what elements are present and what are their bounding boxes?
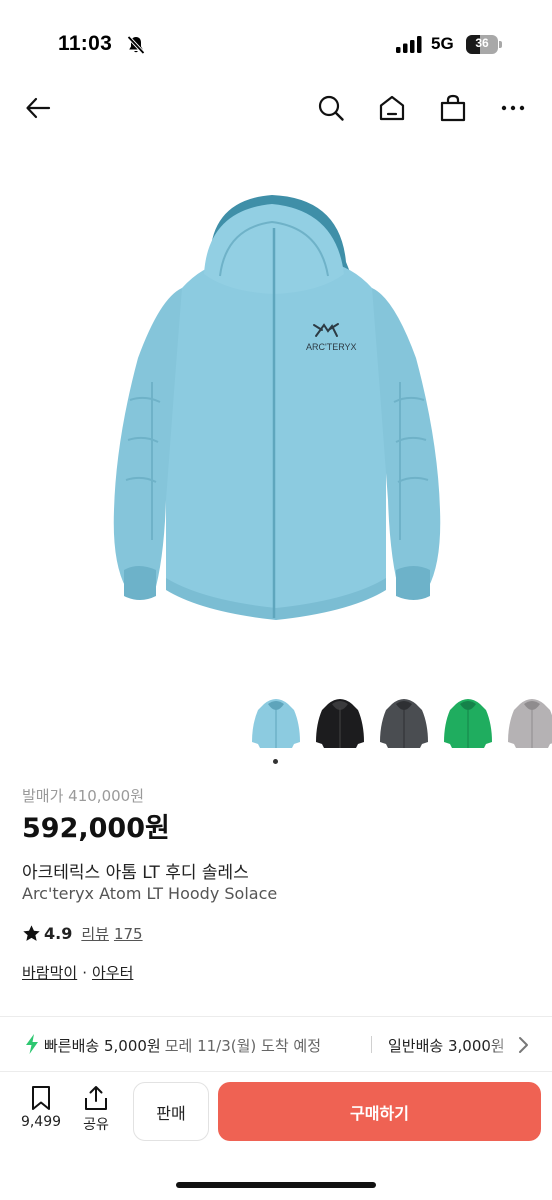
- category-row: 바람막이 · 아우터: [22, 962, 133, 983]
- thumbnail-indicator-dot: [273, 759, 278, 764]
- product-image[interactable]: ARC'TERYX: [100, 170, 452, 660]
- back-button[interactable]: [20, 90, 56, 126]
- product-name-ko: 아크테릭스 아톰 LT 후디 솔레스: [22, 863, 249, 883]
- rating-value: 4.9: [44, 923, 73, 943]
- category-separator: ·: [82, 963, 87, 982]
- status-bar: 11:03 5G 36: [0, 0, 552, 90]
- battery-level: 36: [475, 36, 489, 50]
- home-indicator: [176, 1182, 376, 1188]
- buy-button[interactable]: 구매하기: [218, 1082, 541, 1141]
- category-link-windbreaker[interactable]: 바람막이: [22, 962, 77, 983]
- more-button[interactable]: [495, 90, 531, 126]
- signal-icon: [396, 36, 422, 53]
- thumbnail-green[interactable]: [440, 694, 496, 754]
- share-icon: [85, 1086, 107, 1110]
- thumbnail-graphite[interactable]: [376, 694, 432, 754]
- thumbnail-black[interactable]: [312, 694, 368, 754]
- star-icon: [23, 924, 40, 941]
- shopping-bag-icon: [440, 94, 466, 122]
- thumbnail-grey[interactable]: [504, 694, 552, 754]
- review-link[interactable]: 리뷰 175: [81, 923, 142, 944]
- chevron-right-icon[interactable]: [516, 1036, 530, 1054]
- fast-shipping-label: 빠른배송 5,000원: [44, 1037, 161, 1055]
- shopping-bag-button[interactable]: [435, 90, 471, 126]
- shipping-fade: [486, 1027, 520, 1063]
- product-name-en: Arc'teryx Atom LT Hoody Solace: [22, 884, 278, 903]
- search-icon: [318, 95, 344, 121]
- bookmark-icon: [32, 1086, 50, 1110]
- fast-shipping-eta: 모레 11/3(월) 도착 예정: [164, 1037, 322, 1055]
- network-type: 5G: [431, 34, 454, 53]
- thumbnail-strip: [248, 694, 552, 764]
- review-label: 리뷰: [81, 924, 109, 943]
- back-arrow-icon: [26, 97, 51, 119]
- top-nav-bar: [0, 84, 552, 132]
- shipping-separator: [371, 1036, 372, 1053]
- home-icon: [379, 95, 405, 121]
- bottom-action-bar: 9,499 공유 판매 구매하기: [0, 1072, 552, 1200]
- battery-icon: 36: [466, 35, 502, 54]
- review-count: 175: [113, 924, 143, 943]
- search-button[interactable]: [313, 90, 349, 126]
- home-button[interactable]: [374, 90, 410, 126]
- wishlist-button[interactable]: 9,499: [16, 1084, 66, 1130]
- category-link-outer[interactable]: 아우터: [92, 962, 133, 983]
- more-icon: [501, 105, 525, 111]
- current-price: 592,000원: [22, 813, 170, 844]
- release-price: 발매가 410,000원: [22, 787, 144, 805]
- fast-shipping: 빠른배송 5,000원 모레 11/3(월) 도착 예정: [44, 1035, 321, 1056]
- share-label: 공유: [83, 1117, 109, 1133]
- lightning-bolt-icon: [26, 1034, 38, 1054]
- status-time: 11:03: [58, 32, 113, 55]
- wishlist-count: 9,499: [20, 1114, 62, 1130]
- bell-off-icon: [127, 35, 145, 55]
- jacket-illustration: ARC'TERYX: [113, 195, 441, 620]
- sell-button[interactable]: 판매: [133, 1082, 209, 1141]
- shipping-options[interactable]: 빠른배송 5,000원 모레 11/3(월) 도착 예정 일반배송 3,000원: [0, 1017, 552, 1071]
- thumbnail-solace[interactable]: [248, 694, 304, 754]
- rating-row: 4.9 리뷰 175: [22, 921, 143, 945]
- chest-logo-text: ARC'TERYX: [306, 342, 357, 352]
- share-button[interactable]: 공유: [71, 1084, 121, 1134]
